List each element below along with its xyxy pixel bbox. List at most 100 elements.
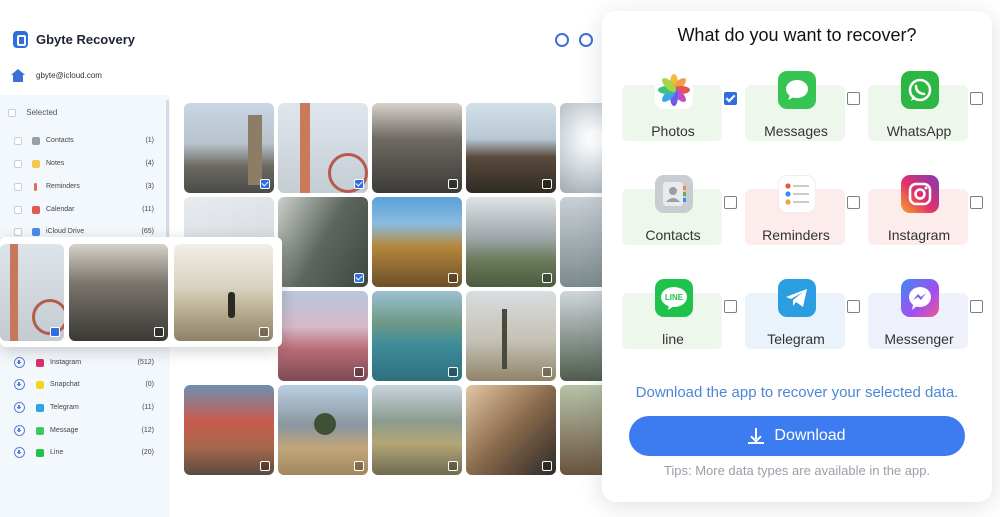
option-checkbox[interactable] <box>970 196 983 209</box>
telegram-icon <box>778 279 816 317</box>
photo-thumbnail[interactable] <box>372 103 462 193</box>
account-icon[interactable] <box>579 33 593 47</box>
photo-checkbox[interactable] <box>448 461 458 471</box>
preview-photo[interactable] <box>174 244 273 341</box>
option-contacts[interactable]: Contacts <box>622 175 740 271</box>
photo-checkbox[interactable] <box>259 327 269 337</box>
sidebar-item-contacts[interactable]: Contacts (1) <box>14 136 154 148</box>
support-icon[interactable] <box>555 33 569 47</box>
photo-checkbox[interactable] <box>50 327 60 337</box>
app-window: Gbyte Recovery gbyte@icloud.com Selected… <box>0 0 610 517</box>
option-whatsapp[interactable]: WhatsApp <box>868 71 986 167</box>
photo-thumbnail[interactable] <box>278 385 368 475</box>
category-checkbox[interactable] <box>14 183 22 191</box>
contacts-icon <box>32 137 40 145</box>
snapchat-icon <box>36 381 44 389</box>
option-checkbox[interactable] <box>724 92 737 105</box>
photo-thumbnail[interactable] <box>278 197 368 287</box>
option-checkbox[interactable] <box>724 300 737 313</box>
sidebar-item-instagram[interactable]: Instagram (512) <box>14 357 154 370</box>
sidebar-item-telegram[interactable]: Telegram (11) <box>14 402 154 415</box>
messenger-icon <box>901 279 939 317</box>
sidebar-scrollbar[interactable] <box>166 100 169 250</box>
option-line[interactable]: LINE line <box>622 279 740 375</box>
photo-thumbnail[interactable] <box>278 291 368 381</box>
option-reminders[interactable]: Reminders <box>745 175 863 271</box>
photo-checkbox[interactable] <box>542 461 552 471</box>
photo-checkbox[interactable] <box>354 461 364 471</box>
sidebar-item-calendar[interactable]: Calendar (11) <box>14 205 154 217</box>
photo-thumbnail[interactable] <box>466 103 556 193</box>
download-button[interactable]: Download <box>629 416 965 456</box>
calendar-icon <box>32 206 40 214</box>
select-all-checkbox[interactable] <box>8 108 16 117</box>
photo-thumbnail[interactable] <box>184 103 274 193</box>
photo-checkbox[interactable] <box>260 179 270 189</box>
photo-checkbox[interactable] <box>448 273 458 283</box>
category-checkbox[interactable] <box>14 228 22 236</box>
option-instagram[interactable]: Instagram <box>868 175 986 271</box>
sidebar-item-reminders[interactable]: Reminders (3) <box>14 182 154 194</box>
photo-thumbnail[interactable] <box>372 291 462 381</box>
photo-checkbox[interactable] <box>448 367 458 377</box>
photo-thumbnail[interactable] <box>278 103 368 193</box>
option-checkbox[interactable] <box>847 196 860 209</box>
sidebar-item-message[interactable]: Message (12) <box>14 425 154 438</box>
expand-icon[interactable] <box>14 357 25 368</box>
photos-icon <box>655 71 693 109</box>
photo-checkbox[interactable] <box>354 179 364 189</box>
option-checkbox[interactable] <box>847 92 860 105</box>
sidebar-item-snapchat[interactable]: Snapchat (0) <box>14 379 154 392</box>
category-label: Telegram <box>50 404 79 411</box>
category-label: Instagram <box>50 359 82 366</box>
photo-thumbnail[interactable] <box>466 291 556 381</box>
expand-icon[interactable] <box>14 402 25 413</box>
photo-checkbox[interactable] <box>354 273 364 283</box>
message-icon <box>36 427 44 435</box>
option-checkbox[interactable] <box>724 196 737 209</box>
photo-checkbox[interactable] <box>260 461 270 471</box>
photo-thumbnail[interactable] <box>184 385 274 475</box>
preview-photo[interactable] <box>69 244 168 341</box>
category-count: (65) <box>141 228 154 235</box>
sidebar-item-line[interactable]: Line (20) <box>14 447 154 460</box>
photo-checkbox[interactable] <box>542 273 552 283</box>
expand-icon[interactable] <box>14 425 25 436</box>
option-label: Reminders <box>762 227 830 243</box>
photo-checkbox[interactable] <box>542 179 552 189</box>
tips-text: Tips: More data types are available in t… <box>663 463 931 478</box>
category-checkbox[interactable] <box>14 160 22 168</box>
photo-thumbnail[interactable] <box>372 197 462 287</box>
category-checkbox[interactable] <box>14 206 22 214</box>
option-messages[interactable]: Messages <box>745 71 863 167</box>
telegram-icon <box>36 404 44 412</box>
option-label: Telegram <box>767 331 825 347</box>
whatsapp-icon <box>901 71 939 109</box>
option-checkbox[interactable] <box>970 300 983 313</box>
sidebar-item-notes[interactable]: Notes (4) <box>14 159 154 171</box>
photo-checkbox[interactable] <box>448 179 458 189</box>
category-checkbox[interactable] <box>14 137 22 145</box>
category-count: (1) <box>145 137 154 144</box>
photo-thumbnail[interactable] <box>372 385 462 475</box>
option-checkbox[interactable] <box>847 300 860 313</box>
expand-icon[interactable] <box>14 379 25 390</box>
photo-thumbnail[interactable] <box>466 197 556 287</box>
expand-icon[interactable] <box>14 447 25 458</box>
photo-checkbox[interactable] <box>542 367 552 377</box>
option-photos[interactable]: Photos <box>622 71 740 167</box>
option-label: line <box>662 331 684 347</box>
select-all-row[interactable]: Selected <box>8 108 57 117</box>
photo-checkbox[interactable] <box>154 327 164 337</box>
option-checkbox[interactable] <box>970 92 983 105</box>
option-messenger[interactable]: Messenger <box>868 279 986 375</box>
category-label: Snapchat <box>50 381 80 388</box>
account-row[interactable]: gbyte@icloud.com <box>0 60 170 92</box>
option-telegram[interactable]: Telegram <box>745 279 863 375</box>
photo-thumbnail[interactable] <box>466 385 556 475</box>
screen: Gbyte Recovery gbyte@icloud.com Selected… <box>0 0 1000 517</box>
preview-photo[interactable] <box>0 244 64 341</box>
category-count: (12) <box>141 427 154 434</box>
photo-checkbox[interactable] <box>354 367 364 377</box>
category-count: (4) <box>145 160 154 167</box>
